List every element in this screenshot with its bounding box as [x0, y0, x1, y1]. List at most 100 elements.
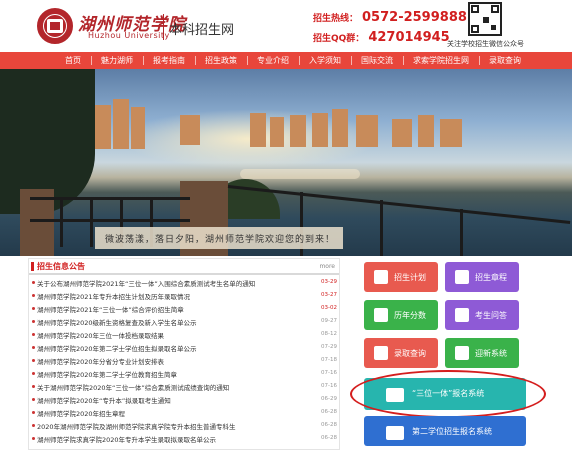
- news-item-title[interactable]: 湖州师范学院2020年第二学士学位招生拟录取名单公示: [37, 343, 317, 353]
- news-item-date: 03-27: [321, 292, 337, 298]
- tile-admission-plan[interactable]: 招生计划: [364, 262, 438, 292]
- news-item[interactable]: 湖州师范学院2020年招生章程 06-28: [29, 407, 339, 419]
- news-header: 招生信息公告 more: [29, 259, 339, 275]
- tile-label: 录取查询: [394, 349, 426, 358]
- news-item-date: 07-16: [321, 383, 337, 389]
- bullet-icon: [32, 359, 35, 362]
- bullet-icon: [32, 281, 35, 284]
- news-item[interactable]: 湖州师范学院2021年专升本招生计划及历年录取情况 03-27: [29, 290, 339, 302]
- bullet-icon: [32, 346, 35, 349]
- tile-label: 迎新系统: [475, 349, 507, 358]
- news-item-date: 07-16: [321, 370, 337, 376]
- bullet-icon: [32, 372, 35, 375]
- bullet-icon: [32, 424, 35, 427]
- qr-caption: 关注学校招生微信公众号: [447, 40, 524, 48]
- logo-divider: [163, 14, 164, 40]
- question-icon: [455, 308, 469, 322]
- tile-welcome-system[interactable]: 迎新系统: [445, 338, 519, 368]
- admission-news-panel: 招生信息公告 more 关于公布湖州师范学院2021年“三位一体”入围综合素质测…: [28, 258, 340, 450]
- nav-home[interactable]: 首页: [55, 55, 91, 66]
- university-name-en: Huzhou University: [88, 31, 170, 40]
- campus-banner: 微波荡漾，落日夕阳，湖州师范学院欢迎您的到来！: [0, 69, 572, 256]
- news-item-title[interactable]: 关于湖州师范学院2020年“三位一体”综合素质测试成绩查询的通知: [37, 382, 317, 392]
- book-icon: [455, 270, 469, 284]
- news-item-title[interactable]: 湖州师范学院2021年专升本招生计划及历年录取情况: [37, 291, 317, 301]
- news-item-date: 08-12: [321, 331, 337, 337]
- wechat-qr-code: [468, 2, 502, 36]
- nav-charm[interactable]: 魅力湖师: [91, 55, 143, 66]
- university-seal-logo[interactable]: [37, 8, 73, 44]
- tile-label: 历年分数: [394, 311, 426, 320]
- tile-second-degree-registration[interactable]: 第二学位招生报名系统: [364, 416, 526, 446]
- site-name: 本科招生网: [169, 23, 235, 38]
- news-item-date: 07-18: [321, 357, 337, 363]
- hotline-label: 招生热线：: [313, 14, 359, 24]
- form-icon: [386, 426, 404, 440]
- news-item-date: 03-02: [321, 305, 337, 311]
- news-item-title[interactable]: 湖州师范学院2021年“三位一体”综合评价招生简章: [37, 304, 317, 314]
- hotline-row: 招生热线： 0572-2599888: [313, 10, 467, 25]
- news-item-date: 03-29: [321, 279, 337, 285]
- site-header: 湖州师范学院 Huzhou University 本科招生网 招生热线： 0572…: [0, 0, 572, 52]
- nav-qiusuo-college[interactable]: 求索学院招生网: [403, 55, 479, 66]
- tile-label: 招生计划: [394, 273, 426, 282]
- news-item[interactable]: 关于公布湖州师范学院2021年“三位一体”入围综合素质测试考生名单的通知 03-2…: [29, 277, 339, 289]
- news-item[interactable]: 湖州师范学院2020年“专升本”拟录取考生通知 06-29: [29, 394, 339, 406]
- banner-caption: 微波荡漾，落日夕阳，湖州师范学院欢迎您的到来！: [105, 235, 336, 245]
- qq-label: 招生QQ群：: [313, 34, 365, 44]
- news-item-date: 06-28: [321, 409, 337, 415]
- nav-majors[interactable]: 专业介绍: [247, 55, 299, 66]
- nav-enrollment-notice[interactable]: 入学须知: [299, 55, 351, 66]
- news-item-title[interactable]: 湖州师范学院求真学院2020年专升本学生录取拟录取名单公示: [37, 434, 317, 444]
- main-nav: 首页 魅力湖师 报考指南 招生政策 专业介绍 入学须知 国际交流 求索学院招生网…: [0, 52, 572, 69]
- news-item-title[interactable]: 湖州师范学院2020级新生资格复查及新入学生名单公示: [37, 317, 317, 327]
- speech-bubble-icon: [455, 346, 469, 360]
- news-item[interactable]: 湖州师范学院求真学院2020年专升本学生录取拟录取名单公示 06-28: [29, 433, 339, 445]
- tile-candidate-qa[interactable]: 考生问答: [445, 300, 519, 330]
- chat-bubble-icon: [374, 346, 388, 360]
- tile-label: 第二学位招生报名系统: [412, 427, 492, 436]
- nav-admission-query[interactable]: 录取查询: [479, 55, 531, 66]
- tile-admission-charter[interactable]: 招生章程: [445, 262, 519, 292]
- news-item[interactable]: 湖州师范学院2020年分省分专业计划安排表 07-18: [29, 355, 339, 367]
- news-item-title[interactable]: 湖州师范学院2020年第二学士学位教育招生简章: [37, 369, 317, 379]
- news-item-title[interactable]: 湖州师范学院2020年三位一体投档录取结果: [37, 330, 317, 340]
- news-more-link[interactable]: more: [319, 263, 335, 270]
- news-item-date: 06-28: [321, 422, 337, 428]
- news-item[interactable]: 2020年湖州师范学院及湖州师范学院求真学院专升本招生普通专科生 06-28: [29, 420, 339, 432]
- bar-chart-icon: [374, 308, 388, 322]
- news-item-date: 06-28: [321, 435, 337, 441]
- news-item[interactable]: 关于湖州师范学院2020年“三位一体”综合素质测试成绩查询的通知 07-16: [29, 381, 339, 393]
- bullet-icon: [32, 320, 35, 323]
- news-item[interactable]: 湖州师范学院2020年三位一体投档录取结果 08-12: [29, 329, 339, 341]
- tile-label: 招生章程: [475, 273, 507, 282]
- bullet-icon: [32, 398, 35, 401]
- news-item[interactable]: 湖州师范学院2021年“三位一体”综合评价招生简章 03-02: [29, 303, 339, 315]
- news-item[interactable]: 湖州师范学院2020级新生资格复查及新入学生名单公示 09-27: [29, 316, 339, 328]
- news-item[interactable]: 湖州师范学院2020年第二学士学位教育招生简章 07-16: [29, 368, 339, 380]
- document-edit-icon: [374, 270, 388, 284]
- bullet-icon: [32, 294, 35, 297]
- news-item-title[interactable]: 湖州师范学院2020年“专升本”拟录取考生通知: [37, 395, 317, 405]
- nav-admission-policy[interactable]: 招生政策: [195, 55, 247, 66]
- news-item-date: 09-27: [321, 318, 337, 324]
- tile-admission-query[interactable]: 录取查询: [364, 338, 438, 368]
- bullet-icon: [32, 307, 35, 310]
- news-item-title[interactable]: 关于公布湖州师范学院2021年“三位一体”入围综合素质测试考生名单的通知: [37, 278, 317, 288]
- qq-number: 427014945: [368, 30, 450, 45]
- tile-label: 考生问答: [475, 311, 507, 320]
- tile-historical-scores[interactable]: 历年分数: [364, 300, 438, 330]
- bullet-icon: [32, 411, 35, 414]
- news-item-title[interactable]: 湖州师范学院2020年招生章程: [37, 408, 317, 418]
- nav-international[interactable]: 国际交流: [351, 55, 403, 66]
- news-item-date: 07-29: [321, 344, 337, 350]
- nav-application-guide[interactable]: 报考指南: [143, 55, 195, 66]
- news-item-title[interactable]: 湖州师范学院2020年分省分专业计划安排表: [37, 356, 317, 366]
- bullet-icon: [32, 437, 35, 440]
- hotline-number: 0572-2599888: [362, 10, 467, 25]
- bullet-icon: [32, 385, 35, 388]
- news-item-date: 06-29: [321, 396, 337, 402]
- news-item[interactable]: 湖州师范学院2020年第二学士学位招生拟录取名单公示 07-29: [29, 342, 339, 354]
- qq-group-row: 招生QQ群： 427014945: [313, 30, 450, 45]
- news-item-title[interactable]: 2020年湖州师范学院及湖州师范学院求真学院专升本招生普通专科生: [37, 421, 317, 431]
